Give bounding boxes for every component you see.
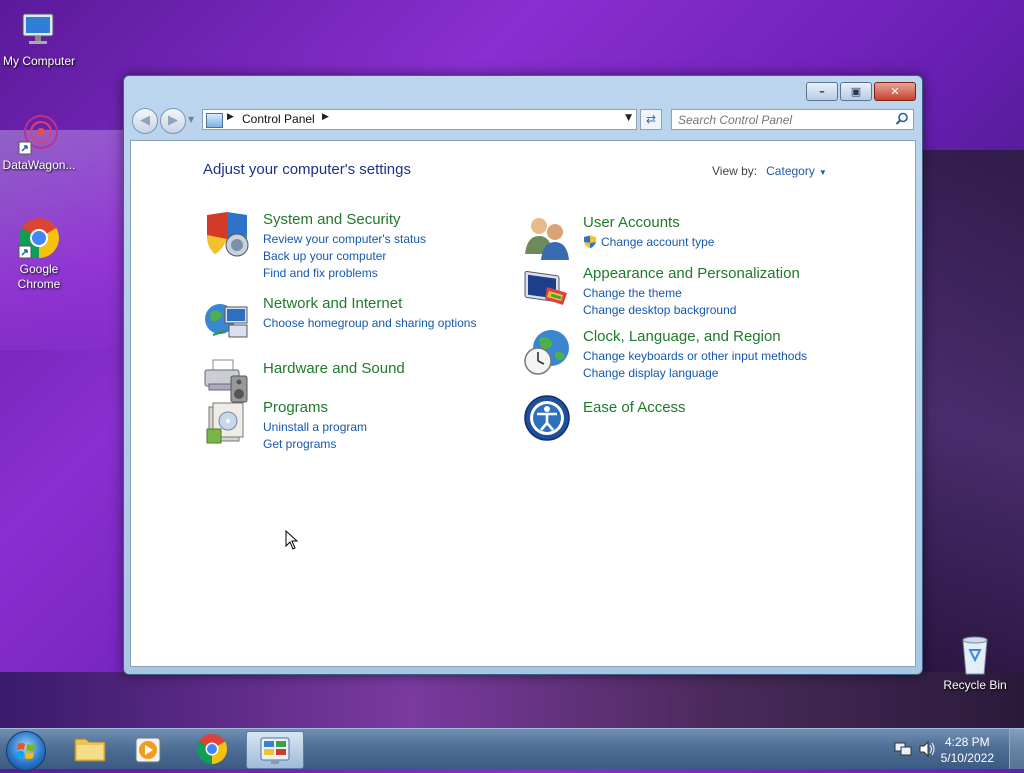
view-by-label: View by: (712, 164, 758, 178)
link-change-theme[interactable]: Change the theme (583, 286, 682, 300)
taskbar: 4:28 PM 5/10/2022 (0, 728, 1024, 771)
chrome-icon (196, 734, 228, 764)
mouse-cursor-icon (285, 529, 299, 553)
shield-icon (203, 211, 251, 259)
datawagon-icon (17, 112, 61, 156)
control-panel-window: – ▣ ✕ ◀ ▶ ▼ ▶ Control Panel ▶ ▼ ⇄ Adjust… (123, 75, 923, 675)
content-pane: Adjust your computer's settings View by:… (130, 140, 916, 667)
view-by-control: View by: Category ▼ (712, 164, 827, 178)
wallpaper-figure (914, 150, 1024, 710)
forward-arrow-icon: ▶ (168, 113, 178, 128)
desktop-icon-label: My Computer (2, 54, 76, 68)
close-icon: ✕ (890, 85, 900, 98)
category-title-link[interactable]: Hardware and Sound (263, 360, 405, 377)
windows-logo-icon (16, 743, 35, 759)
clock-globe-icon (523, 328, 571, 376)
programs-box-icon (203, 399, 251, 447)
chevron-down-icon[interactable]: ▼ (819, 168, 827, 177)
monitor-palette-icon (523, 265, 571, 313)
search-icon[interactable] (895, 112, 909, 129)
maximize-button[interactable]: ▣ (840, 82, 872, 101)
breadcrumb-control-panel[interactable]: Control Panel (242, 112, 315, 126)
link-change-desktop-background[interactable]: Change desktop background (583, 303, 736, 317)
search-input[interactable] (678, 111, 888, 128)
link-uninstall-program[interactable]: Uninstall a program (263, 420, 367, 434)
printer-speaker-icon (203, 356, 251, 404)
uac-shield-icon (584, 235, 596, 249)
link-find-fix-problems[interactable]: Find and fix problems (263, 266, 378, 280)
control-panel-icon (206, 113, 223, 128)
back-button[interactable]: ◀ (132, 108, 158, 134)
desktop-icon-recycle-bin[interactable]: Recycle Bin (935, 632, 1015, 693)
breadcrumb-separator-icon[interactable]: ▶ (227, 112, 234, 122)
category-title-link[interactable]: Ease of Access (583, 399, 686, 416)
link-get-programs[interactable]: Get programs (263, 437, 336, 451)
network-icon[interactable] (894, 741, 912, 760)
desktop-icon-label: DataWagon... (2, 158, 76, 172)
link-review-computer-status[interactable]: Review your computer's status (263, 232, 426, 246)
link-change-display-language[interactable]: Change display language (583, 366, 718, 380)
recycle-bin-icon (953, 632, 997, 676)
clock-time: 4:28 PM (944, 735, 990, 749)
volume-icon[interactable] (918, 740, 936, 760)
breadcrumb-separator-icon[interactable]: ▶ (322, 112, 329, 122)
navigation-bar: ◀ ▶ ▼ ▶ Control Panel ▶ ▼ ⇄ (132, 107, 914, 134)
ease-of-access-icon (523, 394, 571, 442)
minimize-icon: – (819, 85, 825, 98)
minimize-button[interactable]: – (806, 82, 838, 101)
clock-date: 5/10/2022 (940, 751, 994, 765)
users-icon (523, 214, 571, 262)
category-title-link[interactable]: Programs (263, 399, 328, 416)
desktop-icon-google-chrome[interactable]: Google Chrome (0, 216, 79, 292)
computer-icon (17, 8, 61, 52)
taskbar-explorer[interactable] (62, 731, 118, 767)
control-panel-icon (260, 737, 290, 764)
desktop-icon-my-computer[interactable]: My Computer (0, 8, 79, 69)
address-dropdown-icon[interactable]: ▼ (625, 113, 632, 123)
desktop-icon-label: Recycle Bin (943, 678, 1007, 692)
link-back-up-computer[interactable]: Back up your computer (263, 249, 386, 263)
link-homegroup-sharing[interactable]: Choose homegroup and sharing options (263, 316, 476, 330)
category-title-link[interactable]: User Accounts (583, 214, 680, 231)
desktop-icon-datawagon[interactable]: DataWagon... (0, 112, 79, 173)
folder-icon (74, 738, 106, 762)
network-globe-icon (203, 295, 251, 343)
window-controls: – ▣ ✕ (804, 82, 916, 101)
view-by-dropdown[interactable]: Category (766, 164, 815, 178)
category-title-link[interactable]: Network and Internet (263, 295, 402, 312)
clock[interactable]: 4:28 PM 5/10/2022 (941, 734, 994, 766)
taskbar-media-player[interactable] (122, 731, 178, 767)
address-bar[interactable]: ▶ Control Panel ▶ ▼ (202, 109, 637, 130)
category-title-link[interactable]: System and Security (263, 211, 401, 228)
forward-button[interactable]: ▶ (160, 108, 186, 134)
recent-pages-dropdown[interactable]: ▼ (188, 115, 194, 124)
link-change-keyboards[interactable]: Change keyboards or other input methods (583, 349, 807, 363)
back-arrow-icon: ◀ (140, 113, 150, 128)
category-title-link[interactable]: Appearance and Personalization (583, 265, 800, 282)
show-desktop-button[interactable] (1009, 729, 1024, 769)
chrome-icon (17, 216, 61, 260)
close-button[interactable]: ✕ (874, 82, 916, 101)
maximize-icon: ▣ (850, 85, 862, 98)
refresh-icon: ⇄ (645, 112, 657, 126)
refresh-button[interactable]: ⇄ (640, 109, 662, 130)
category-title-link[interactable]: Clock, Language, and Region (583, 328, 781, 345)
link-change-account-type[interactable]: Change account type (601, 235, 714, 249)
search-box (671, 109, 914, 130)
desktop-icon-label: Google Chrome (17, 262, 61, 291)
media-player-icon (135, 737, 161, 763)
page-title: Adjust your computer's settings (203, 161, 411, 178)
taskbar-chrome[interactable] (184, 731, 240, 767)
taskbar-control-panel[interactable] (246, 731, 304, 769)
start-button[interactable] (6, 731, 46, 771)
wallpaper-ground (0, 672, 1024, 728)
system-tray: 4:28 PM 5/10/2022 (864, 729, 1024, 769)
